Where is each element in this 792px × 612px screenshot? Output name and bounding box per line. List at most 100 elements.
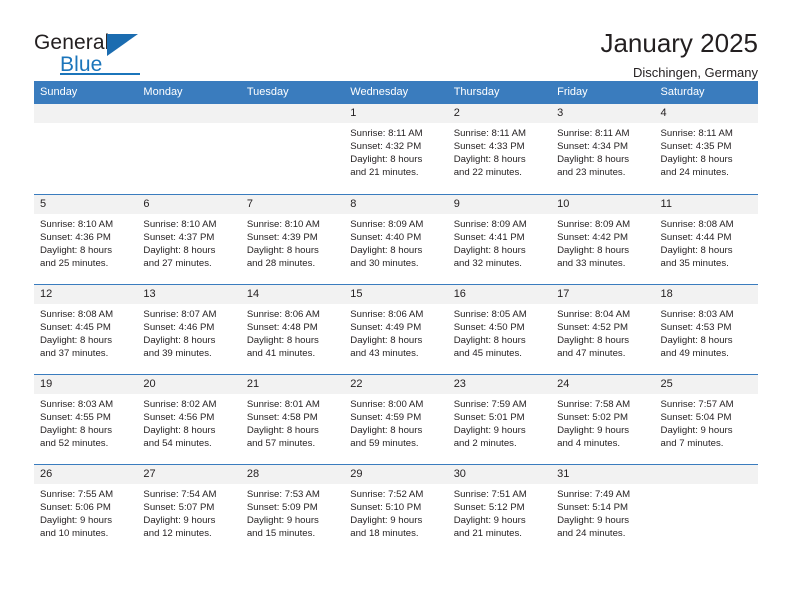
calendar-day-cell[interactable]: 26 Sunrise: 7:55 AM Sunset: 5:06 PM Dayligh… [34, 463, 138, 554]
calendar-day-cell[interactable]: 8 Sunrise: 8:09 AM Sunset: 4:40 PM Daylight… [344, 193, 448, 284]
calendar-day-cell[interactable]: 2 Sunrise: 8:11 AM Sunset: 4:33 PM Daylight… [447, 104, 552, 194]
calendar-day-cell[interactable]: 19 Sunrise: 8:03 AM Sunset: 4:55 PM Dayligh… [34, 373, 138, 464]
calendar-day-cell[interactable]: 18 Sunrise: 8:03 AM Sunset: 4:53 PM Dayligh… [654, 283, 758, 374]
day-number: 20 [137, 374, 241, 394]
daylight-duration-line2: and 22 minutes. [453, 167, 522, 179]
calendar-day-cell[interactable]: 23 Sunrise: 7:59 AM Sunset: 5:01 PM Dayligh… [447, 373, 552, 464]
calendar-day-cell[interactable]: 21 Sunrise: 8:01 AM Sunset: 4:58 PM Dayligh… [240, 373, 345, 464]
day-details: Sunrise: 8:11 AM Sunset: 4:33 PM Daylight:… [448, 123, 551, 179]
daylight-duration-line1: Daylight: 8 hours [350, 424, 423, 436]
calendar-day-cell[interactable]: 13 Sunrise: 8:07 AM Sunset: 4:46 PM Dayligh… [137, 283, 241, 374]
sunrise-time: Sunrise: 7:59 AM [453, 398, 527, 410]
calendar-day-cell [34, 104, 138, 194]
sunset-time: Sunset: 4:48 PM [246, 321, 318, 333]
calendar-day-cell[interactable]: 29 Sunrise: 7:52 AM Sunset: 5:10 PM Dayligh… [344, 463, 448, 554]
sunset-time: Sunset: 4:56 PM [143, 411, 215, 423]
calendar-day-cell[interactable]: 15 Sunrise: 8:06 AM Sunset: 4:49 PM Dayligh… [344, 283, 448, 374]
day-number: 1 [344, 104, 448, 123]
calendar-day-cell[interactable]: 1 Sunrise: 8:11 AM Sunset: 4:32 PM Daylight… [344, 104, 448, 194]
calendar-day-cell[interactable]: 4 Sunrise: 8:11 AM Sunset: 4:35 PM Daylight… [654, 104, 758, 194]
calendar-header-row: Sunday Monday Tuesday Wednesday Thursday… [34, 81, 758, 104]
daylight-duration-line1: Daylight: 8 hours [143, 334, 216, 346]
day-number: 21 [240, 374, 345, 394]
calendar-day-cell[interactable]: 10 Sunrise: 8:09 AM Sunset: 4:42 PM Dayligh… [551, 193, 655, 284]
calendar-day: 13 Sunrise: 8:07 AM Sunset: 4:46 PM Dayligh… [137, 284, 241, 374]
daylight-duration-line2: and 18 minutes. [350, 527, 419, 539]
calendar-day-cell[interactable]: 30 Sunrise: 7:51 AM Sunset: 5:12 PM Dayligh… [447, 463, 552, 554]
calendar-day-empty [240, 104, 345, 194]
daylight-duration-line2: and 27 minutes. [143, 257, 212, 269]
sunrise-time: Sunrise: 7:53 AM [246, 488, 320, 500]
calendar-day-cell [654, 463, 758, 554]
day-number: 18 [654, 284, 758, 304]
daylight-duration-line2: and 10 minutes. [40, 527, 109, 539]
sunrise-time: Sunrise: 8:02 AM [143, 398, 217, 410]
weekday-header-sunday: Sunday [34, 81, 138, 104]
day-details: Sunrise: 8:10 AM Sunset: 4:36 PM Daylight:… [34, 214, 137, 270]
day-number: 11 [654, 194, 758, 214]
daylight-duration-line1: Daylight: 8 hours [40, 334, 112, 346]
calendar-day-cell[interactable]: 3 Sunrise: 8:11 AM Sunset: 4:34 PM Daylight… [551, 104, 655, 194]
daylight-duration-line1: Daylight: 8 hours [40, 244, 112, 256]
daylight-duration-line2: and 41 minutes. [246, 347, 316, 359]
sunrise-time: Sunrise: 7:54 AM [143, 488, 217, 500]
day-details: Sunrise: 8:06 AM Sunset: 4:49 PM Daylight:… [344, 304, 447, 360]
calendar-day-cell[interactable]: 27 Sunrise: 7:54 AM Sunset: 5:07 PM Dayligh… [137, 463, 241, 555]
daylight-duration-line1: Daylight: 9 hours [557, 424, 630, 436]
sunset-time: Sunset: 4:37 PM [143, 231, 215, 243]
calendar-day-cell[interactable]: 6 Sunrise: 8:10 AM Sunset: 4:37 PM Daylight… [137, 193, 241, 284]
daylight-duration-line2: and 7 minutes. [660, 437, 724, 449]
weekday-header-friday: Friday [551, 81, 655, 104]
daylight-duration-line1: Daylight: 9 hours [660, 424, 733, 436]
calendar-day-cell[interactable]: 12 Sunrise: 8:08 AM Sunset: 4:45 PM Dayligh… [34, 283, 138, 374]
sunset-time: Sunset: 5:06 PM [40, 501, 111, 513]
calendar-day-cell[interactable]: 31 Sunrise: 7:49 AM Sunset: 5:14 PM Dayligh… [551, 463, 655, 554]
sunset-time: Sunset: 4:42 PM [557, 231, 629, 243]
sunrise-time: Sunrise: 8:05 AM [453, 308, 527, 320]
calendar-day: 10 Sunrise: 8:09 AM Sunset: 4:42 PM Dayligh… [551, 194, 655, 284]
day-number: 26 [34, 464, 138, 484]
day-number: 8 [344, 194, 448, 214]
brand-name-general: General [34, 31, 110, 54]
calendar-day-cell[interactable]: 16 Sunrise: 8:05 AM Sunset: 4:50 PM Dayligh… [447, 283, 552, 374]
calendar-day-cell[interactable]: 11 Sunrise: 8:08 AM Sunset: 4:44 PM Dayligh… [654, 193, 758, 284]
daylight-duration-line2: and 43 minutes. [350, 347, 419, 359]
sunset-time: Sunset: 4:50 PM [453, 321, 525, 333]
calendar-day-cell[interactable]: 22 Sunrise: 8:00 AM Sunset: 4:59 PM Dayligh… [344, 373, 448, 464]
day-details: Sunrise: 8:11 AM Sunset: 4:34 PM Daylight:… [551, 123, 654, 179]
calendar-day: 18 Sunrise: 8:03 AM Sunset: 4:53 PM Dayligh… [654, 284, 758, 374]
calendar-day-cell[interactable]: 20 Sunrise: 8:02 AM Sunset: 4:56 PM Dayligh… [137, 373, 241, 464]
weekday-header-thursday: Thursday [447, 81, 552, 104]
calendar-day-cell[interactable]: 7 Sunrise: 8:10 AM Sunset: 4:39 PM Daylight… [240, 193, 345, 284]
calendar-day: 27 Sunrise: 7:54 AM Sunset: 5:07 PM Dayligh… [137, 464, 241, 555]
daylight-duration-line2: and 47 minutes. [557, 347, 626, 359]
sunset-time: Sunset: 4:33 PM [453, 141, 525, 153]
page-header: General Blue January 2025 Dischingen, Ge… [34, 0, 758, 80]
daylight-duration-line2: and 52 minutes. [40, 437, 109, 449]
daylight-duration-line2: and 23 minutes. [557, 167, 626, 179]
calendar-day-cell[interactable]: 25 Sunrise: 7:57 AM Sunset: 5:04 PM Dayligh… [654, 373, 758, 464]
daylight-duration-line1: Daylight: 8 hours [453, 244, 526, 256]
calendar-day: 2 Sunrise: 8:11 AM Sunset: 4:33 PM Daylight… [447, 104, 552, 194]
sunset-time: Sunset: 5:09 PM [246, 501, 318, 513]
calendar-day-cell[interactable]: 28 Sunrise: 7:53 AM Sunset: 5:09 PM Dayligh… [240, 463, 345, 554]
daylight-duration-line2: and 25 minutes. [40, 257, 109, 269]
calendar-day-cell[interactable]: 24 Sunrise: 7:58 AM Sunset: 5:02 PM Dayligh… [551, 373, 655, 464]
sunrise-time: Sunrise: 8:07 AM [143, 308, 217, 320]
calendar-day: 12 Sunrise: 8:08 AM Sunset: 4:45 PM Dayligh… [34, 284, 138, 374]
sunrise-time: Sunrise: 8:09 AM [453, 218, 527, 230]
calendar-day-cell[interactable]: 9 Sunrise: 8:09 AM Sunset: 4:41 PM Daylight… [447, 193, 552, 284]
daylight-duration-line1: Daylight: 8 hours [557, 244, 630, 256]
sunrise-time: Sunrise: 8:06 AM [350, 308, 424, 320]
daylight-duration-line1: Daylight: 9 hours [246, 514, 319, 526]
sunrise-time: Sunrise: 8:08 AM [40, 308, 114, 320]
calendar-day-cell[interactable]: 5 Sunrise: 8:10 AM Sunset: 4:36 PM Daylight… [34, 193, 138, 284]
day-number: 5 [34, 194, 138, 214]
daylight-duration-line1: Daylight: 8 hours [660, 154, 733, 166]
calendar-day-cell[interactable]: 17 Sunrise: 8:04 AM Sunset: 4:52 PM Dayligh… [551, 283, 655, 374]
brand-logo[interactable]: General Blue [34, 28, 244, 76]
calendar-day-cell[interactable]: 14 Sunrise: 8:06 AM Sunset: 4:48 PM Dayligh… [240, 283, 345, 374]
daylight-duration-line2: and 24 minutes. [557, 527, 626, 539]
page-subtitle-location: Dischingen, Germany [633, 65, 758, 80]
daylight-duration-line1: Daylight: 9 hours [350, 514, 423, 526]
